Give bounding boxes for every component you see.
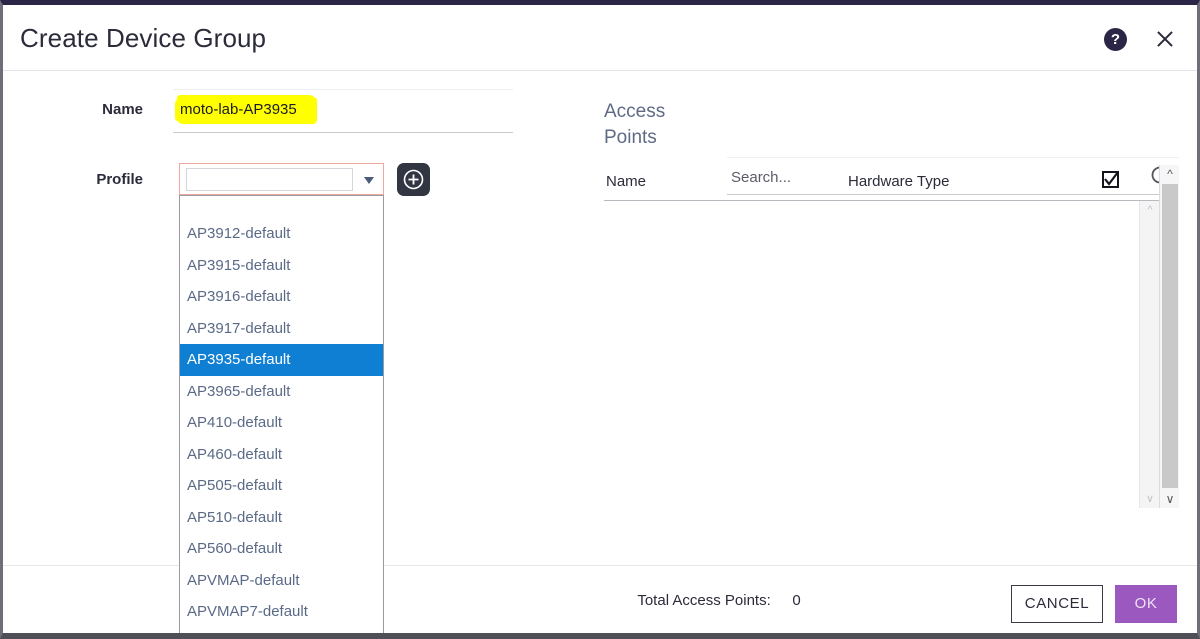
dropdown-option[interactable]: AP3965-default	[180, 376, 383, 408]
name-input-value: moto-lab-AP3935	[180, 101, 297, 118]
dropdown-option[interactable]: AP3917-default	[180, 313, 383, 345]
cancel-button[interactable]: CANCEL	[1011, 585, 1103, 623]
table-inner-scrollbar[interactable]: ^ ∨	[1139, 201, 1159, 508]
caret-down-icon[interactable]	[364, 177, 374, 184]
help-circle-icon[interactable]: ?	[1104, 27, 1127, 51]
header-actions: ?	[1104, 27, 1177, 51]
dropdown-option-selected[interactable]: AP3935-default	[180, 344, 383, 376]
scroll-down-arrow-icon[interactable]: ∨	[1163, 492, 1177, 506]
table-body	[604, 201, 1179, 508]
scroll-up-arrow-icon[interactable]: ^	[1163, 167, 1177, 181]
name-input[interactable]: moto-lab-AP3935	[173, 89, 513, 133]
column-header-name[interactable]: Name	[606, 173, 646, 190]
dropdown-top-spacer	[180, 196, 383, 218]
dropdown-option[interactable]: AP3912-default	[180, 218, 383, 250]
profile-select-value	[186, 168, 353, 191]
dropdown-option[interactable]: APVMAP7-default	[180, 596, 383, 628]
ok-button[interactable]: OK	[1115, 585, 1177, 623]
close-icon[interactable]	[1153, 27, 1177, 51]
profile-field-label: Profile	[96, 171, 143, 188]
add-profile-button[interactable]	[397, 163, 430, 196]
access-points-section-label: Access Points	[604, 101, 666, 148]
profile-select[interactable]	[179, 163, 384, 195]
dropdown-option[interactable]: AP460-default	[180, 439, 383, 471]
plus-circle-icon	[403, 169, 424, 190]
dialog-header: Create Device Group ?	[3, 5, 1197, 71]
chevron-down-icon[interactable]: ∨	[1144, 493, 1156, 505]
column-header-hardware-type[interactable]: Hardware Type	[848, 173, 949, 190]
dropdown-option[interactable]: AP3916-default	[180, 281, 383, 313]
dialog-body: Name moto-lab-AP3935 Profile AP3912-defa…	[3, 71, 1197, 633]
footer-buttons: CANCEL OK	[1011, 585, 1177, 623]
dropdown-option[interactable]: APVMAP-default	[180, 565, 383, 597]
table-outer-scrollbar[interactable]: ^ ∨	[1159, 165, 1179, 508]
dropdown-option[interactable]: AP410-default	[180, 407, 383, 439]
name-field-label: Name	[102, 101, 143, 118]
scrollbar-thumb[interactable]	[1162, 184, 1178, 488]
access-points-table: Name Hardware Type ^ ∨ ^ ∨	[604, 165, 1179, 508]
dropdown-option[interactable]: AP560-default	[180, 533, 383, 565]
dropdown-option[interactable]: AP505-default	[180, 470, 383, 502]
table-header-row: Name Hardware Type	[604, 165, 1179, 201]
create-device-group-dialog: Create Device Group ? Name moto-lab-AP39…	[0, 0, 1200, 639]
page-title: Create Device Group	[20, 23, 267, 53]
chevron-up-icon[interactable]: ^	[1144, 204, 1156, 216]
select-all-checkbox[interactable]	[1102, 171, 1119, 188]
dropdown-option[interactable]: AP3915-default	[180, 250, 383, 282]
dropdown-option[interactable]: AP510-default	[180, 502, 383, 534]
profile-dropdown-list[interactable]: AP3912-default AP3915-default AP3916-def…	[179, 195, 384, 633]
